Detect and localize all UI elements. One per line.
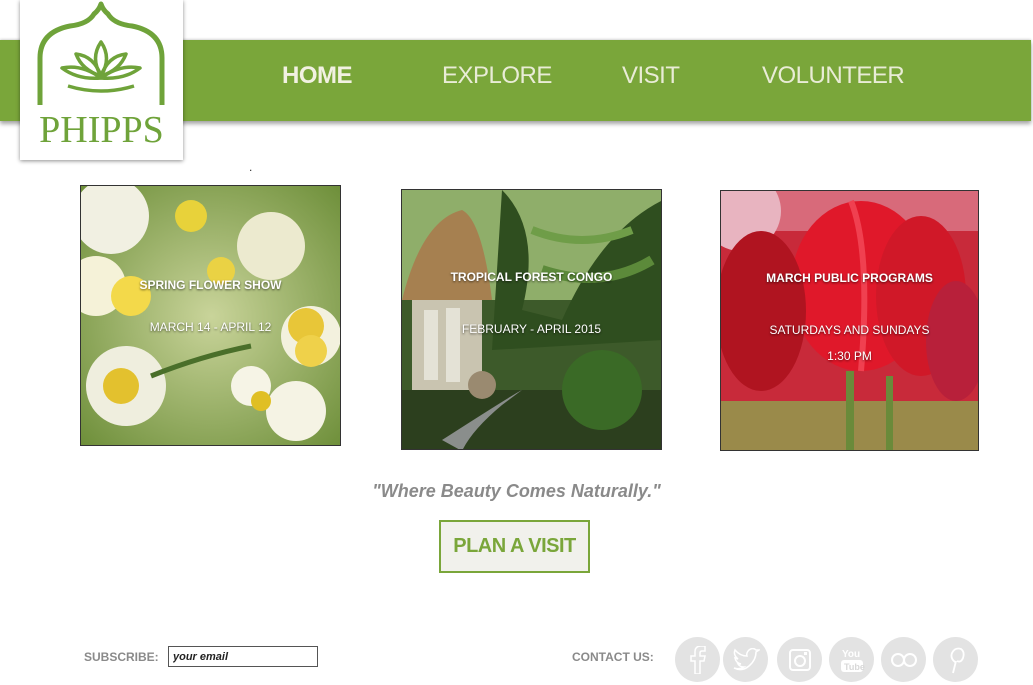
logo[interactable]: PHIPPS	[20, 0, 183, 160]
card-date: MARCH 14 - APRIL 12	[149, 320, 272, 334]
svg-text:Tube: Tube	[844, 662, 865, 672]
card-title: TROPICAL FOREST CONGO	[450, 270, 613, 284]
subscribe-label: SUBSCRIBE:	[84, 650, 159, 664]
card-time: 1:30 PM	[827, 349, 872, 363]
instagram-icon[interactable]	[777, 637, 822, 682]
svg-text:You: You	[842, 649, 860, 660]
lotus-arch-icon	[37, 1, 165, 105]
pinterest-icon[interactable]	[933, 637, 978, 682]
card-title: SPRING FLOWER SHOW	[139, 278, 282, 292]
nav-explore[interactable]: EXPLORE	[442, 60, 552, 92]
tropical-conservatory-image	[402, 190, 661, 449]
card-spring-flower-show[interactable]: SPRING FLOWER SHOW MARCH 14 - APRIL 12	[80, 185, 341, 446]
twitter-icon[interactable]	[723, 637, 768, 682]
card-title: MARCH PUBLIC PROGRAMS	[766, 271, 933, 285]
facebook-icon[interactable]	[675, 637, 720, 682]
separator-dot: .	[249, 160, 253, 174]
contact-us-label: CONTACT US:	[572, 650, 654, 664]
nav-home[interactable]: HOME	[282, 60, 353, 92]
nav-volunteer[interactable]: VOLUNTEER	[762, 60, 905, 92]
card-march-public-programs[interactable]: MARCH PUBLIC PROGRAMS SATURDAYS AND SUND…	[720, 190, 979, 451]
card-tropical-forest-congo[interactable]: TROPICAL FOREST CONGO FEBRUARY - APRIL 2…	[401, 189, 662, 450]
daffodils-image	[81, 186, 340, 445]
red-tulips-image	[721, 191, 978, 450]
logo-wordmark: PHIPPS	[39, 109, 164, 151]
card-days: SATURDAYS AND SUNDAYS	[769, 323, 930, 337]
plan-a-visit-button[interactable]: PLAN A VISIT	[439, 520, 590, 573]
youtube-icon[interactable]: You Tube	[829, 637, 874, 682]
email-input[interactable]	[168, 646, 318, 667]
card-date: FEBRUARY - APRIL 2015	[461, 322, 602, 336]
tagline: "Where Beauty Comes Naturally."	[372, 481, 661, 501]
nav-visit[interactable]: VISIT	[622, 60, 680, 92]
flickr-icon[interactable]	[881, 637, 926, 682]
